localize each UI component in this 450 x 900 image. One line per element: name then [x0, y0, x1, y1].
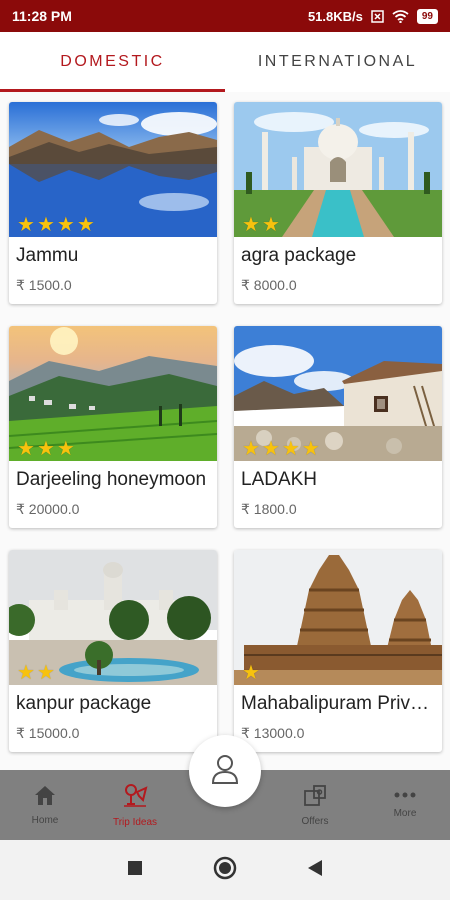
more-dots-icon — [393, 791, 417, 802]
package-title: Mahabalipuram Private — [241, 693, 437, 714]
nav-trip-ideas[interactable]: Trip Ideas — [90, 770, 180, 840]
package-price: ₹ 1500.0 — [16, 277, 72, 293]
trip-ideas-icon — [121, 782, 149, 811]
package-title: Jammu — [16, 245, 79, 266]
package-card-jammu[interactable]: ★ ★ ★ ★ Jammu ₹ 1500.0 — [9, 102, 217, 304]
package-image: ★ ★ — [9, 550, 217, 685]
package-card-agra[interactable]: ★ ★ agra package ₹ 8000.0 — [234, 102, 442, 304]
star-icon: ★ — [261, 438, 280, 460]
star-icon: ★ — [242, 214, 260, 236]
package-image: ★ ★ ★ ★ — [9, 102, 217, 237]
package-price: ₹ 8000.0 — [241, 277, 297, 293]
nav-home-label: Home — [31, 815, 59, 826]
tab-domestic[interactable]: DOMESTIC — [0, 32, 225, 92]
package-price: ₹ 20000.0 — [16, 501, 80, 517]
rating-stars: ★ ★ — [242, 215, 280, 235]
package-image: ★ ★ — [234, 102, 442, 237]
nav-trip-ideas-label: Trip Ideas — [112, 817, 158, 828]
rating-stars: ★ ★ ★ — [17, 439, 75, 459]
package-card-kanpur[interactable]: ★ ★ kanpur package ₹ 15000.0 — [9, 550, 217, 752]
nav-offers[interactable]: Offers — [270, 770, 360, 840]
nav-offers-label: Offers — [301, 816, 329, 827]
home-circle-button[interactable] — [213, 856, 237, 885]
rating-stars: ★ ★ ★ ★ — [17, 215, 95, 235]
status-bar: 11:28 PM 51.8KB/s 99 — [0, 0, 450, 32]
package-grid: ★ ★ ★ ★ Jammu ₹ 1500.0 ★ ★ agra package … — [0, 92, 450, 770]
star-icon: ★ — [36, 438, 55, 460]
package-image: ★ ★ ★ ★ — [234, 326, 442, 461]
package-title: Darjeeling honeymoon — [16, 469, 207, 490]
home-icon — [33, 784, 57, 809]
star-icon: ★ — [242, 662, 260, 684]
package-price: ₹ 1800.0 — [241, 501, 297, 517]
status-right: 51.8KB/s 99 — [307, 8, 438, 24]
rating-stars: ★ ★ — [17, 663, 55, 683]
nav-more-label: More — [393, 808, 417, 819]
network-speed: 51.8KB/s — [307, 8, 363, 24]
star-icon: ★ — [56, 438, 75, 460]
system-nav-bar — [0, 840, 450, 900]
star-icon: ★ — [242, 438, 260, 460]
tab-international[interactable]: INTERNATIONAL — [225, 32, 450, 92]
status-time: 11:28 PM — [12, 8, 72, 24]
package-title: LADAKH — [241, 469, 318, 490]
star-icon: ★ — [36, 662, 55, 684]
star-icon: ★ — [301, 438, 320, 460]
close-box-icon — [371, 9, 384, 23]
package-card-darjeeling[interactable]: ★ ★ ★ Darjeeling honeymoon ₹ 20000.0 — [9, 326, 217, 528]
battery-icon: 99 — [416, 8, 438, 24]
back-button[interactable] — [307, 859, 323, 882]
star-icon: ★ — [56, 214, 75, 236]
rating-stars: ★ — [242, 663, 260, 683]
star-icon: ★ — [281, 438, 300, 460]
offers-icon — [302, 783, 328, 810]
package-image: ★ ★ ★ — [9, 326, 217, 461]
recents-button[interactable] — [127, 860, 143, 881]
star-icon: ★ — [17, 662, 35, 684]
package-card-mahabalipuram[interactable]: ★ Mahabalipuram Private ₹ 13000.0 — [234, 550, 442, 752]
package-title: kanpur package — [16, 693, 152, 714]
star-icon: ★ — [17, 438, 35, 460]
package-title: agra package — [241, 245, 357, 266]
package-price: ₹ 13000.0 — [241, 725, 305, 741]
star-icon: ★ — [76, 214, 95, 236]
package-price: ₹ 15000.0 — [16, 725, 80, 741]
rating-stars: ★ ★ ★ ★ — [242, 439, 320, 459]
star-icon: ★ — [17, 214, 35, 236]
nav-more[interactable]: More — [360, 770, 450, 840]
nav-home[interactable]: Home — [0, 770, 90, 840]
user-icon — [210, 753, 240, 790]
profile-button[interactable] — [189, 735, 261, 807]
package-image: ★ — [234, 550, 442, 685]
star-icon: ★ — [261, 214, 280, 236]
tab-bar: DOMESTIC INTERNATIONAL — [0, 32, 450, 92]
star-icon: ★ — [36, 214, 55, 236]
wifi-icon — [392, 9, 409, 23]
package-card-ladakh[interactable]: ★ ★ ★ ★ LADAKH ₹ 1800.0 — [234, 326, 442, 528]
